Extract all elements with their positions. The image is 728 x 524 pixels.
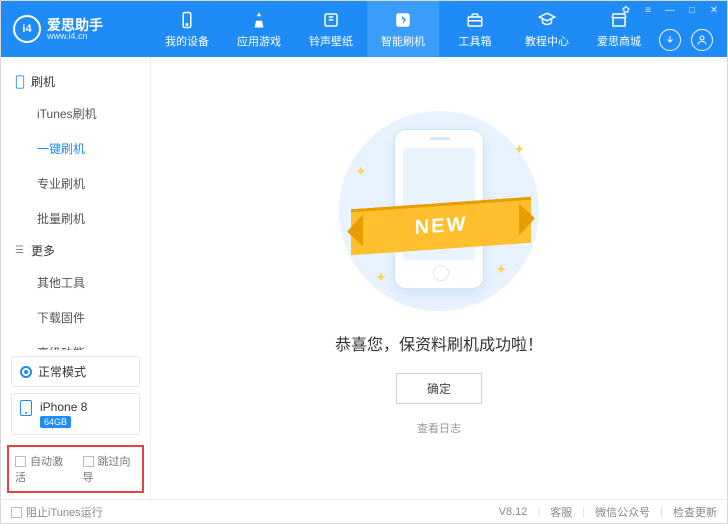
tutorial-icon — [537, 10, 557, 30]
sparkle-icon: ✦ — [495, 261, 507, 278]
list-icon: ☰ — [15, 245, 25, 256]
device-mode-box[interactable]: 正常模式 — [11, 356, 140, 387]
tab-apps[interactable]: 应用游戏 — [223, 1, 295, 57]
sparkle-icon: ✦ — [355, 163, 367, 180]
tab-ringtones[interactable]: 铃声壁纸 — [295, 1, 367, 57]
success-message: 恭喜您，保资料刷机成功啦！ — [335, 331, 543, 355]
toolbox-icon — [465, 10, 485, 30]
block-itunes-label: 阻止iTunes运行 — [26, 507, 103, 519]
version-label: V8.12 — [499, 506, 528, 518]
phone-icon — [177, 10, 197, 30]
status-bar: 阻止iTunes运行 V8.12 | 客服 | 微信公众号 | 检查更新 — [1, 499, 727, 523]
phone-outline-icon — [15, 75, 25, 89]
option-auto-activate[interactable]: 自动激活 — [15, 453, 69, 485]
minimize-icon[interactable]: — — [663, 3, 677, 17]
main-content: NEW ✦ ✦ ✦ ✦ 恭喜您，保资料刷机成功啦！ 确定 查看日志 — [151, 57, 727, 499]
device-info-box[interactable]: iPhone 8 64GB — [11, 393, 140, 435]
tab-label: 爱思商城 — [597, 33, 641, 49]
window-controls: ✿ ≡ — □ ✕ — [619, 3, 721, 17]
success-illustration: NEW ✦ ✦ ✦ ✦ — [329, 111, 549, 311]
tab-label: 教程中心 — [525, 33, 569, 49]
checkbox-icon — [83, 456, 94, 467]
sidebar-item-batch-flash[interactable]: 批量刷机 — [37, 201, 150, 236]
app-icon — [249, 10, 269, 30]
tab-toolbox[interactable]: 工具箱 — [439, 1, 511, 57]
wechat-link[interactable]: 微信公众号 — [595, 504, 650, 520]
options-highlight-box: 自动激活 跳过向导 — [7, 445, 144, 493]
music-icon — [321, 10, 341, 30]
option-skip-guide[interactable]: 跳过向导 — [83, 453, 137, 485]
block-itunes-checkbox[interactable]: 阻止iTunes运行 — [11, 504, 103, 520]
device-storage-badge: 64GB — [40, 416, 71, 428]
skin-icon[interactable]: ✿ — [619, 3, 633, 17]
app-header: i4 爱思助手 www.i4.cn 我的设备 应用游戏 铃声壁纸 — [1, 1, 727, 57]
close-icon[interactable]: ✕ — [707, 3, 721, 17]
sidebar-item-onekey-flash[interactable]: 一键刷机 — [37, 131, 150, 166]
sidebar-item-advanced[interactable]: 高级功能 — [37, 335, 150, 350]
tab-label: 工具箱 — [459, 33, 492, 49]
checkbox-icon — [11, 507, 22, 518]
sidebar-item-other-tools[interactable]: 其他工具 — [37, 265, 150, 300]
sidebar-group-label: 更多 — [31, 242, 55, 259]
tab-label: 我的设备 — [165, 33, 209, 49]
checkbox-icon — [15, 456, 26, 467]
device-mode-label: 正常模式 — [38, 363, 86, 380]
download-icon[interactable] — [659, 29, 681, 51]
menu-icon[interactable]: ≡ — [641, 3, 655, 17]
tab-label: 铃声壁纸 — [309, 33, 353, 49]
support-link[interactable]: 客服 — [550, 504, 572, 520]
tab-label: 应用游戏 — [237, 33, 281, 49]
sidebar-item-pro-flash[interactable]: 专业刷机 — [37, 166, 150, 201]
view-log-link[interactable]: 查看日志 — [417, 420, 461, 436]
tab-tutorial[interactable]: 教程中心 — [511, 1, 583, 57]
app-url: www.i4.cn — [47, 32, 103, 41]
sidebar-group-label: 刷机 — [31, 73, 55, 90]
main-tabs: 我的设备 应用游戏 铃声壁纸 智能刷机 工具箱 — [151, 1, 655, 57]
device-phone-icon — [20, 400, 32, 416]
tab-flash[interactable]: 智能刷机 — [367, 1, 439, 57]
tab-my-device[interactable]: 我的设备 — [151, 1, 223, 57]
flash-icon — [393, 10, 413, 30]
sidebar-item-itunes-flash[interactable]: iTunes刷机 — [37, 96, 150, 131]
sidebar-group-more[interactable]: ☰ 更多 — [1, 236, 150, 265]
device-name: iPhone 8 — [40, 400, 87, 414]
sidebar: 刷机 iTunes刷机 一键刷机 专业刷机 批量刷机 ☰ 更多 其他工具 下载固… — [1, 57, 151, 499]
logo-area: i4 爱思助手 www.i4.cn — [1, 15, 151, 43]
logo-icon: i4 — [13, 15, 41, 43]
app-name: 爱思助手 — [47, 18, 103, 32]
sparkle-icon: ✦ — [375, 269, 387, 286]
sparkle-icon: ✦ — [513, 141, 525, 158]
sidebar-group-flash[interactable]: 刷机 — [1, 67, 150, 96]
confirm-button[interactable]: 确定 — [396, 373, 482, 404]
check-update-link[interactable]: 检查更新 — [673, 504, 717, 520]
tab-label: 智能刷机 — [381, 33, 425, 49]
sidebar-item-download-firmware[interactable]: 下载固件 — [37, 300, 150, 335]
maximize-icon[interactable]: □ — [685, 3, 699, 17]
user-icon[interactable] — [691, 29, 713, 51]
mode-indicator-icon — [20, 366, 32, 378]
